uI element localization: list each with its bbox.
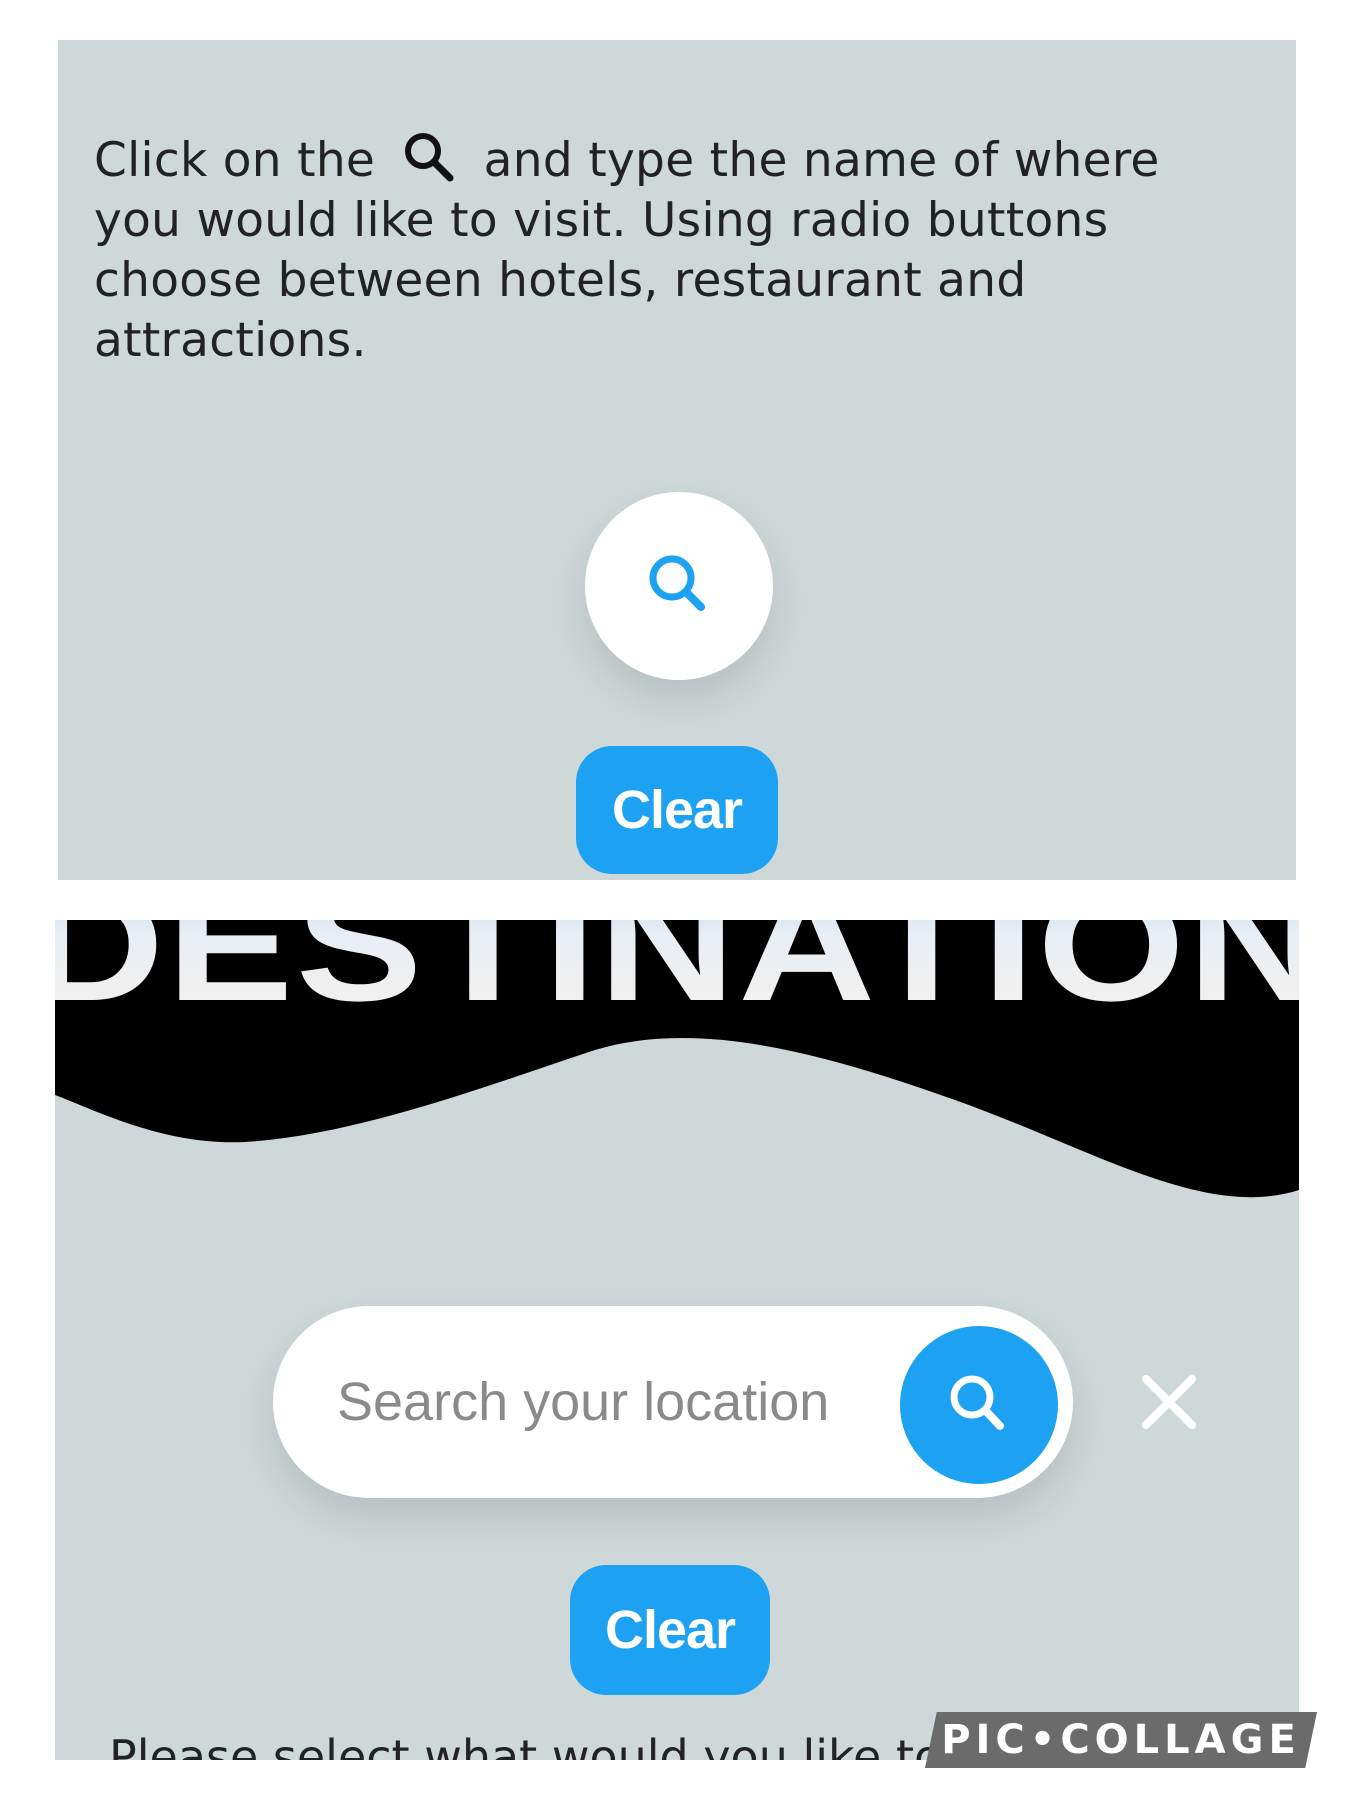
search-input[interactable] (337, 1352, 837, 1452)
destination-banner: DESTINATION (55, 920, 1299, 1198)
watermark-text: PIC•COLLAGE (941, 1717, 1301, 1763)
search-icon (405, 133, 454, 182)
search-panel: DESTINATION Clear Please select what wou… (55, 920, 1299, 1760)
open-search-button[interactable] (585, 492, 773, 680)
clear-button[interactable]: Clear (570, 1565, 770, 1695)
search-bar (273, 1306, 1073, 1498)
search-icon (649, 555, 705, 611)
instructions-panel: Click on the and type the name of where … (58, 40, 1296, 880)
search-icon (950, 1375, 1004, 1430)
close-icon[interactable] (1138, 1371, 1200, 1433)
clear-button[interactable]: Clear (576, 746, 778, 874)
collage-watermark: PIC•COLLAGE (925, 1712, 1317, 1768)
instructions-text: Click on the and type the name of where … (94, 130, 1254, 371)
instructions-text-start: Click on the (94, 133, 376, 188)
banner-title: DESTINATION (55, 920, 1299, 1034)
search-submit-button[interactable] (900, 1326, 1058, 1484)
